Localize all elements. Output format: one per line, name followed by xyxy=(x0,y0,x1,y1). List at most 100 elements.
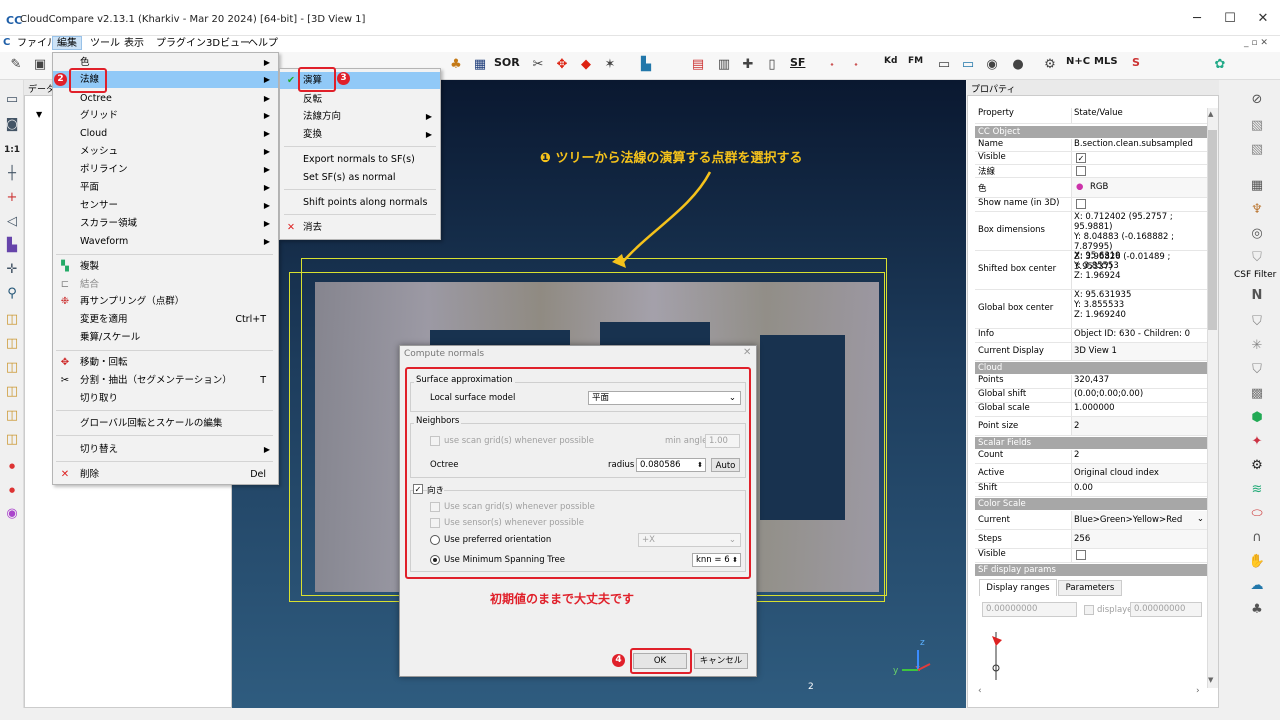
edit-menu-item-apply-transform[interactable]: 変更を適用 Ctrl+T xyxy=(53,311,278,328)
maximize-button[interactable]: ☐ xyxy=(1218,10,1242,28)
auto-pivot-icon[interactable]: + xyxy=(2,188,22,208)
fm-button[interactable]: FM xyxy=(908,56,923,66)
close-button[interactable]: ✕ xyxy=(1251,10,1275,28)
perspective-icon[interactable]: ◁ xyxy=(2,212,22,232)
ransac-icon[interactable]: ✦ xyxy=(1246,432,1268,452)
view-back-icon[interactable]: ● xyxy=(2,480,22,500)
radius-input[interactable]: 0.080586 ⬍ xyxy=(636,458,706,472)
arch-icon[interactable]: ∩ xyxy=(1246,528,1268,548)
window-icon[interactable]: ▭ xyxy=(934,55,954,75)
zoom-1to1-icon[interactable]: 1:1 xyxy=(2,140,22,160)
edit-menu-item-toggle[interactable]: 切り替え ▶ xyxy=(53,441,278,458)
menu-edit[interactable]: 編集 xyxy=(52,36,82,50)
film-icon[interactable]: ▦ xyxy=(1246,176,1268,196)
tool-icon[interactable]: ♣ xyxy=(446,55,466,75)
hand-icon[interactable]: ✋ xyxy=(1246,552,1268,572)
prop-value[interactable]: 256 xyxy=(1071,530,1207,548)
scroll-left-icon[interactable]: ‹ xyxy=(978,686,982,696)
prop-value[interactable]: 3D View 1 xyxy=(1071,343,1207,360)
edit-menu-item-mesh[interactable]: メッシュ ▶ xyxy=(53,143,278,160)
cloud-stack-icon[interactable]: ☁ xyxy=(1246,576,1268,596)
shield2-icon[interactable]: ⛉ xyxy=(1246,360,1268,380)
north-icon[interactable]: N xyxy=(1246,286,1268,306)
normals-menu-item-invert[interactable]: 反転 xyxy=(280,91,440,108)
cloud-icon[interactable]: ▧ xyxy=(1246,116,1268,136)
edit-menu-item-cloud[interactable]: Cloud ▶ xyxy=(53,125,278,142)
nc-button[interactable]: N+C xyxy=(1066,56,1090,67)
sor-button[interactable]: SOR xyxy=(494,56,520,69)
mdi-controls[interactable]: _ ▫ ✕ xyxy=(1244,38,1268,48)
view-iso2-icon[interactable]: ◫ xyxy=(2,430,22,450)
mosaic-icon[interactable]: ▩ xyxy=(1246,384,1268,404)
scroll-down-icon[interactable]: ▼ xyxy=(1208,676,1213,684)
preferred-orientation-select[interactable]: +X ⌄ xyxy=(638,533,741,547)
prop-value[interactable]: 2 xyxy=(1071,417,1207,435)
normals-menu-item-export-sf[interactable]: Export normals to SF(s) xyxy=(280,151,440,168)
scan-grid-checkbox[interactable] xyxy=(430,436,440,446)
pivot-icon[interactable]: ✛ xyxy=(2,260,22,280)
checker-icon[interactable]: ▦ xyxy=(470,55,490,75)
csf-filter-label[interactable]: CSF Filter xyxy=(1234,270,1276,280)
knn-input[interactable]: knn = 6 ⬍ xyxy=(692,553,741,567)
view-left-icon[interactable]: ◫ xyxy=(2,358,22,378)
pencil-icon[interactable]: ✎ xyxy=(6,55,26,75)
grid-icon[interactable]: ▥ xyxy=(714,55,734,75)
orientation-checkbox[interactable]: ✓ xyxy=(413,484,423,494)
edit-menu-item-scalar-fields[interactable]: スカラー領域 ▶ xyxy=(53,215,278,232)
view-top-icon[interactable]: ◫ xyxy=(2,310,22,330)
sparkle-icon[interactable]: ✳ xyxy=(1246,336,1268,356)
view-right-icon[interactable]: ◫ xyxy=(2,382,22,402)
crosshair-icon[interactable]: ┼ xyxy=(2,164,22,184)
preferred-orientation-radio[interactable] xyxy=(430,535,440,545)
monitor-icon[interactable]: ▭ xyxy=(958,55,978,75)
orient-scan-checkbox[interactable] xyxy=(430,502,440,512)
histogram-icon[interactable]: ▙ xyxy=(636,55,656,75)
menu-tools[interactable]: ツール xyxy=(86,37,124,51)
edit-menu-item-segment[interactable]: ✂ 分割・抽出（セグメンテーション） T xyxy=(53,372,278,389)
mst-radio[interactable] xyxy=(430,555,440,565)
edit-menu-item-global-shift[interactable]: グローバル回転とスケールの編集 xyxy=(53,415,278,432)
range-max-input[interactable]: 0.00000000 xyxy=(1130,602,1202,617)
sphere-icon[interactable]: ● xyxy=(1008,55,1028,75)
gear-cloud-icon[interactable]: ⚙ xyxy=(1040,55,1060,75)
calc-icon[interactable]: ▯ xyxy=(762,55,782,75)
plus-icon[interactable]: ✚ xyxy=(738,55,758,75)
normals-menu-item-convert[interactable]: 変換 ▶ xyxy=(280,126,440,143)
tab-parameters[interactable]: Parameters xyxy=(1058,580,1122,596)
normals-menu-item-set-sf[interactable]: Set SF(s) as normal xyxy=(280,169,440,186)
mls-button[interactable]: MLS xyxy=(1094,56,1118,67)
canupo-classify-icon[interactable]: ⬩ xyxy=(846,55,866,75)
s-button[interactable]: S xyxy=(1132,56,1140,69)
scale-visible-checkbox[interactable] xyxy=(1076,550,1086,560)
local-model-select[interactable]: 平面 ⌄ xyxy=(588,391,741,405)
prop-value[interactable]: Original cloud index xyxy=(1071,464,1207,482)
minimize-button[interactable]: ─ xyxy=(1185,10,1209,28)
edit-menu-item-multiply-scale[interactable]: 乗算/スケール xyxy=(53,329,278,346)
displayed-checkbox[interactable] xyxy=(1084,605,1094,615)
sf-button[interactable]: SF xyxy=(790,56,805,69)
camera-icon[interactable]: ◙ xyxy=(2,115,22,135)
prop-value[interactable]: B.section.clean.subsampled xyxy=(1071,139,1207,151)
range-min-input[interactable]: 0.00000000 xyxy=(982,602,1077,617)
shield-icon[interactable]: ⛉ xyxy=(1246,248,1268,268)
visible-checkbox[interactable]: ✓ xyxy=(1076,153,1086,163)
view-iso1-icon[interactable]: ◫ xyxy=(2,406,22,426)
stereo-icon[interactable]: ◉ xyxy=(2,504,22,524)
dialog-close-button[interactable]: ✕ xyxy=(743,347,751,358)
kd-button[interactable]: Kd xyxy=(884,56,897,66)
scissors-icon[interactable]: ✂ xyxy=(528,55,548,75)
edit-menu-item-subsample[interactable]: ❉ 再サンプリング（点群） xyxy=(53,293,278,310)
view-front-icon[interactable]: ● xyxy=(2,456,22,476)
hpr-icon[interactable]: ⛉ xyxy=(1246,312,1268,332)
menu-display[interactable]: 表示 xyxy=(120,37,148,51)
scroll-right-icon[interactable]: › xyxy=(1196,686,1200,696)
zoom-icon[interactable]: ⚲ xyxy=(2,284,22,304)
globe-icon[interactable]: ◉ xyxy=(982,55,1002,75)
trees-icon[interactable]: ♣ xyxy=(1246,600,1268,620)
normals-menu-item-orient[interactable]: 法線方向 ▶ xyxy=(280,108,440,125)
screen-icon[interactable]: ▭ xyxy=(2,90,22,110)
edit-menu-item-polyline[interactable]: ポリライン ▶ xyxy=(53,161,278,178)
view-bottom-icon[interactable]: ◫ xyxy=(2,334,22,354)
scrollbar-thumb[interactable] xyxy=(1208,130,1217,330)
edit-menu-item-plane[interactable]: 平面 ▶ xyxy=(53,179,278,196)
